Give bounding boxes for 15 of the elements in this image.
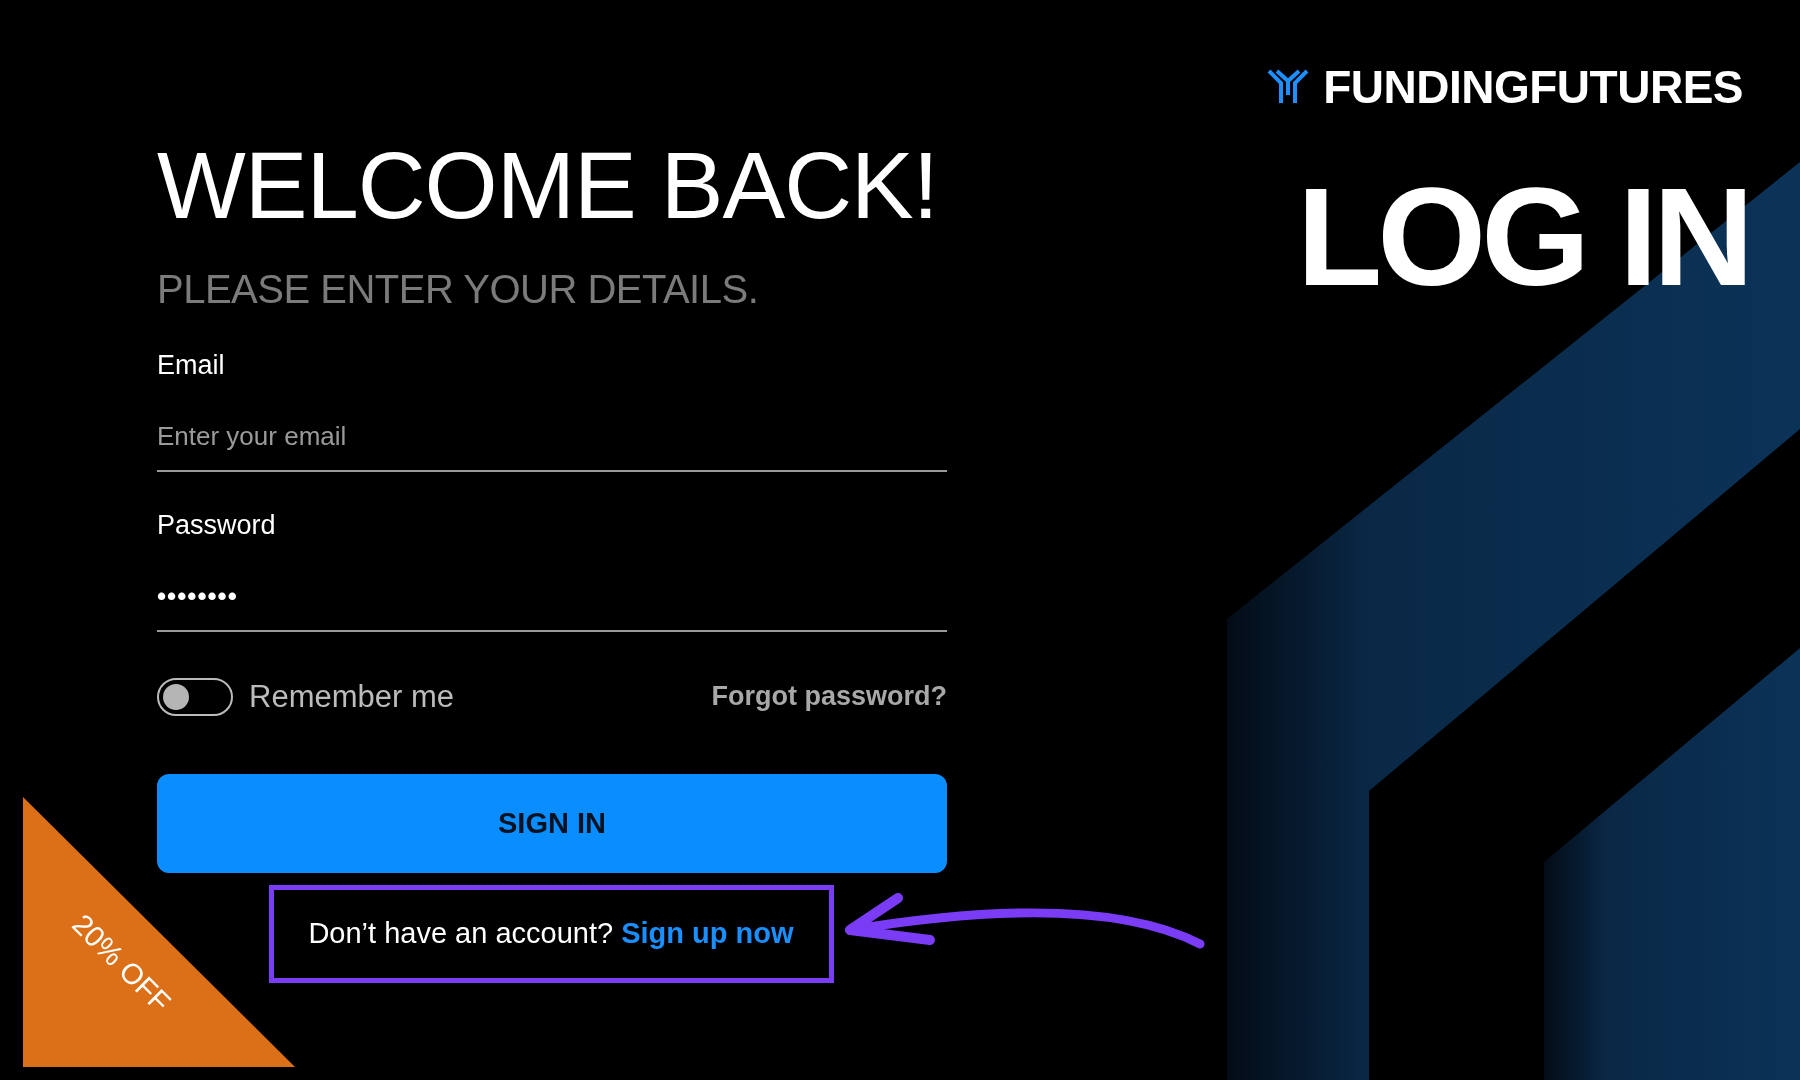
remember-label: Remember me xyxy=(249,678,454,715)
signup-prompt: Don’t have an account? Sign up now xyxy=(308,917,794,951)
subtitle: PLEASE ENTER YOUR DETAILS. xyxy=(157,266,760,312)
welcome-title: WELCOME BACK! xyxy=(157,132,939,240)
brand-name: FUNDINGFUTURES xyxy=(1323,60,1743,114)
forgot-password-link[interactable]: Forgot password? xyxy=(711,681,947,713)
field-label: Password xyxy=(157,509,276,541)
input-field[interactable]: Enter your email xyxy=(157,420,947,472)
login-heading: LOG IN xyxy=(1296,160,1749,314)
remember-toggle[interactable] xyxy=(157,677,233,716)
sign-up-link[interactable]: Sign up now xyxy=(621,917,794,950)
field-label: Email xyxy=(157,349,225,381)
logo-icon xyxy=(1267,69,1310,105)
input-field[interactable]: •••••••• xyxy=(157,580,947,632)
sign-in-button[interactable]: SIGN IN xyxy=(157,773,947,873)
